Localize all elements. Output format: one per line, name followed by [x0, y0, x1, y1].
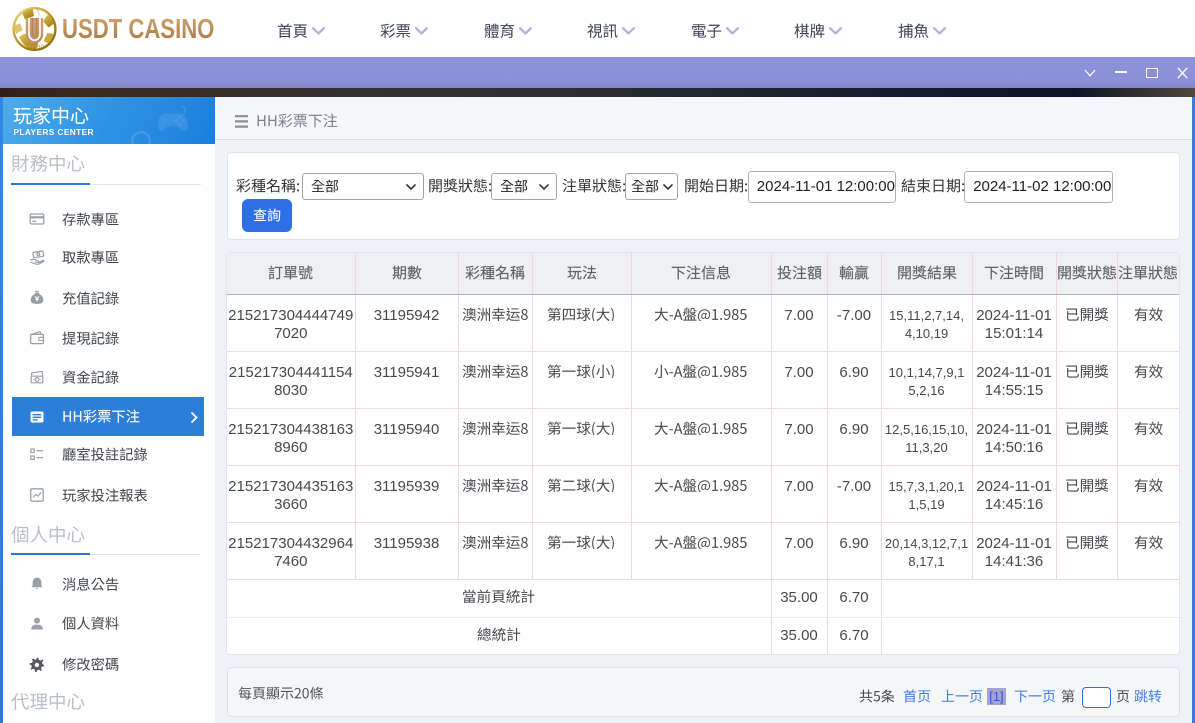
svg-text:CASINO: CASINO — [25, 44, 45, 49]
